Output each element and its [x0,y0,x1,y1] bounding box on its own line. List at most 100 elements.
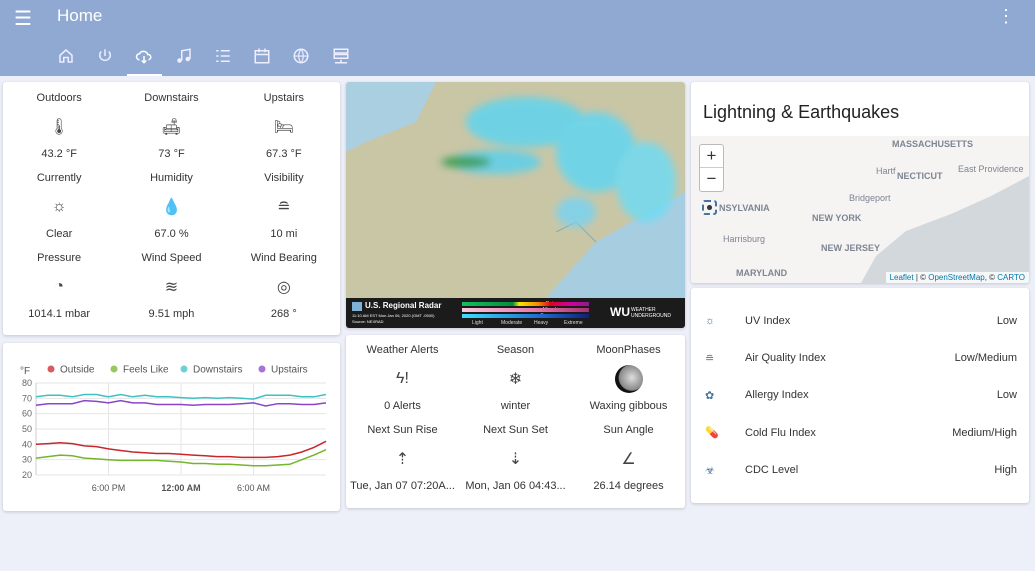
list-icon [216,50,230,62]
tile-value: 43.2 °F [41,148,77,160]
tile-value: 26.14 degrees [593,480,664,492]
map-label: NEW YORK [812,213,862,223]
zoom-in-button[interactable]: + [700,145,723,168]
tile-label: Humidity [150,172,193,184]
index-icon: ≘ [705,352,715,365]
index-value: Medium/High [952,426,1017,439]
y-tick-label: 70 [22,393,32,403]
menu-icon[interactable]: ☰ [14,6,32,31]
tile-label: Pressure [37,252,82,264]
app-header: ☰ Home ⋮ [0,0,1035,76]
radar-card: U.S. Regional Radar 11:10 AM EST Mon Jan… [346,82,685,328]
indices-card: ☼ UV Index Low ≘ Air Quality Index Low/Medium… [691,288,1029,503]
index-icon: ☣ [705,464,715,477]
sensors-tile[interactable]: Currently ☼ Clear [3,172,115,252]
index-name: Air Quality Index [745,352,826,365]
carto-link[interactable]: CARTO [997,273,1025,282]
sensors-tile[interactable]: Wind Speed ≋ 9.51 mph [115,252,227,332]
attribution-sep: | © [913,273,929,282]
index-row[interactable]: ☼ UV Index Low [691,302,1029,339]
sensor-grid: Outdoors 🌡 43.2 °F Downstairs 🛋 73 °F Upst… [3,92,340,332]
map-label: Bridgeport [849,193,891,203]
moon-icon [614,364,643,394]
tile-value: 73 °F [158,148,185,160]
y-tick-label: 30 [22,455,32,465]
more-vert-icon[interactable]: ⋮ [997,6,1015,27]
tile-value: 0 Alerts [384,400,421,412]
tile-label: Outdoors [36,92,82,104]
index-row[interactable]: ✿ Allergy Index Low [691,377,1029,414]
legend-marker [180,365,188,373]
info-tile[interactable]: Weather Alerts ϟ! 0 Alerts [346,344,459,424]
legend-marker [258,365,266,373]
info-tile[interactable]: Sun Angle ∠ 26.14 degrees [572,424,685,504]
tab-music[interactable] [164,42,203,76]
sunset-icon: ⇣ [508,451,523,468]
alerts-card: Weather Alerts ϟ! 0 Alerts Season ❄ winte… [346,335,685,508]
radar-scale-extreme: Extreme [564,320,583,326]
map-label: Harrisburg [723,234,766,244]
info-tile[interactable]: MoonPhases Waxing gibbous [572,344,685,424]
map-label: NSYLVANIA [719,203,770,213]
legend-marker [110,365,118,373]
y-tick-label: 20 [22,470,32,480]
locate-icon[interactable] [702,200,717,215]
tile-label: Next Sun Set [483,424,548,436]
sensors-tile[interactable]: Downstairs 🛋 73 °F [115,92,227,172]
y-tick-label: 40 [22,439,32,449]
power-icon [98,49,111,62]
wu-brand: WEATHER UNDERGROUND [631,307,671,319]
tile-value: 1014.1 mbar [28,308,91,320]
radar-map-image[interactable] [346,82,685,298]
legend-label: Downstairs [193,365,242,376]
temperature-chart: °F 20 30 40 50 60 70 80 6:00 PM 12:00 AM 6:00 AM Ou… [20,365,327,493]
thermometer-icon: 🌡 [49,119,70,136]
tab-weather[interactable] [125,42,164,76]
angle-icon: ∠ [621,451,636,468]
home-icon [58,49,73,63]
tile-value: 67.3 °F [266,148,302,160]
sensors-tile[interactable]: Outdoors 🌡 43.2 °F [3,92,115,172]
info-tile[interactable]: Next Sun Set ⇣ Mon, Jan 06 04:43... [459,424,572,504]
tab-globe[interactable] [282,42,321,76]
map-attribution: Leaflet | © OpenStreetMap, © CARTO [885,272,1029,283]
page-title: Home [57,6,103,25]
tab-calendar[interactable] [242,42,281,76]
lightning-map[interactable]: MASSACHUSETTS Hartf NECTICUT East Provid… [691,136,1029,283]
info-tile[interactable]: Next Sun Rise ⇡ Tue, Jan 07 07:20A... [346,424,459,504]
legend-marker [47,365,55,373]
fog-icon: ≘ [277,199,291,216]
index-icon: ✿ [705,389,715,402]
server-icon [333,48,349,64]
leaflet-link[interactable]: Leaflet [890,273,914,282]
index-row[interactable]: ☣ CDC Level High [691,452,1029,489]
info-tile[interactable]: Season ❄ winter [459,344,572,424]
sensors-tile[interactable]: Humidity 💧 67.0 % [115,172,227,252]
radar-scale-light: Light [472,320,483,326]
snowflake-icon: ❄ [508,371,523,388]
tab-server[interactable] [321,42,360,76]
osm-link[interactable]: OpenStreetMap [928,273,984,282]
tab-list[interactable] [203,42,242,76]
tile-label: Visibility [264,172,304,184]
index-value: Low [996,314,1017,327]
index-row[interactable]: ≘ Air Quality Index Low/Medium [691,339,1029,376]
radar-scale-moderate: Moderate [501,320,523,326]
index-row[interactable]: 💊 Cold Flu Index Medium/High [691,414,1029,451]
calendar-icon [254,48,270,64]
zoom-out-button[interactable]: − [700,168,723,191]
x-tick-label: 6:00 PM [92,483,126,493]
sensors-tile[interactable]: Pressure ◔ 1014.1 mbar [3,252,115,332]
sensors-tile[interactable]: Wind Bearing ◎ 268 ° [228,252,340,332]
map-label: MASSACHUSETTS [892,139,974,149]
index-icon: 💊 [705,427,719,440]
sensors-tile[interactable]: Upstairs 🛏 67.3 °F [228,92,340,172]
sensors-tile[interactable]: Visibility ≘ 10 mi [228,172,340,252]
y-tick-label: 80 [22,378,32,388]
tab-power[interactable] [85,42,124,76]
water-percent-icon: 💧 [161,199,182,216]
tile-label: Next Sun Rise [367,424,438,436]
map-label: NEW JERSEY [821,243,881,253]
tile-label: Downstairs [144,92,199,104]
tab-home[interactable] [46,42,85,76]
